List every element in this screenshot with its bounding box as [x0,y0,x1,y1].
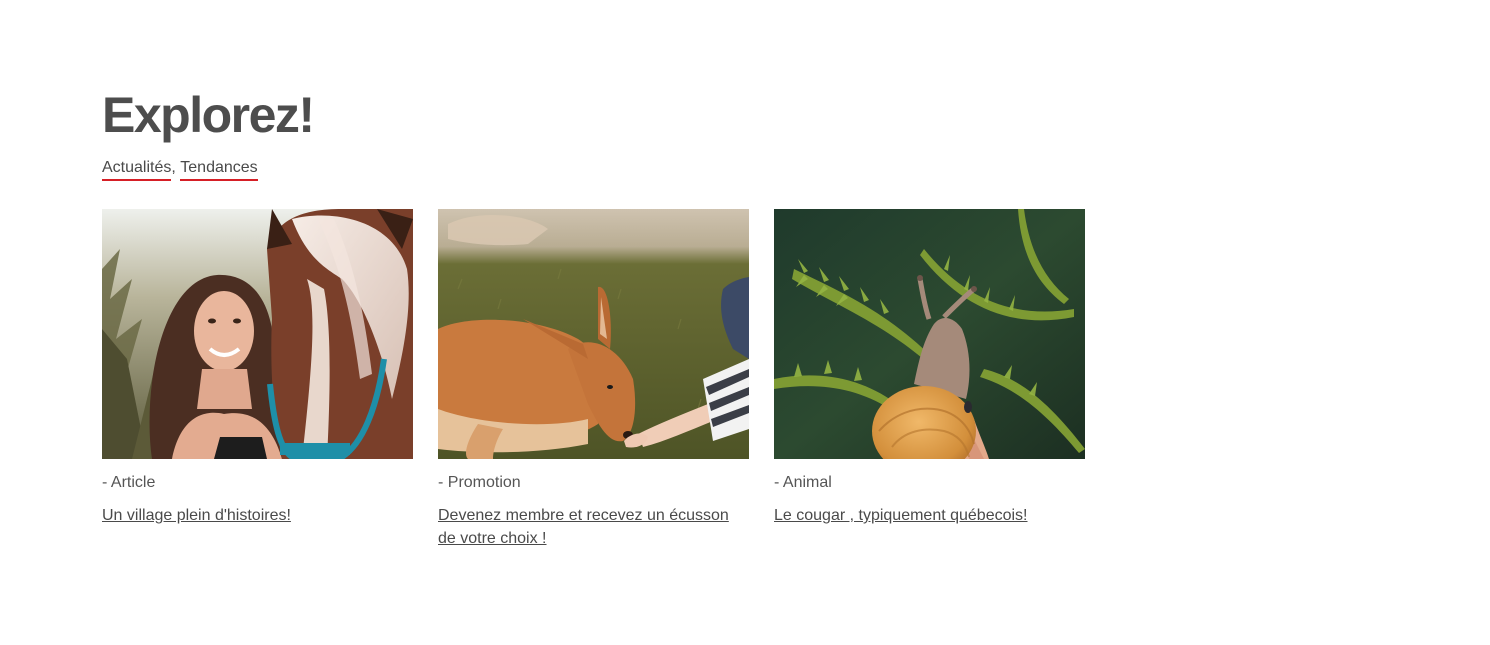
tag-link-tendances[interactable]: Tendances [180,158,258,181]
section-title: Explorez! [102,87,315,143]
tag-link-actualites[interactable]: Actualités [102,158,172,181]
explore-section: Explorez! Actualités, Tendances - Articl… [102,86,1092,547]
card-grid: - Article Un village plein d'histoires! [102,209,1085,550]
card-article: - Article Un village plein d'histoires! [102,209,413,550]
card-animal: - Animal Le cougar , typiquement québeco… [774,209,1085,550]
card-category: - Article [102,474,156,491]
tag-list: Actualités, Tendances [102,158,1092,184]
girl-with-horse-photo[interactable] [102,209,413,459]
card-category: - Animal [774,474,832,491]
card-title-link[interactable]: Un village plein d'histoires! [102,504,413,527]
card-promotion: - Promotion Devenez membre et recevez un… [438,209,749,550]
tag-separator: , [171,159,176,176]
card-category: - Promotion [438,474,521,491]
card-title-link[interactable]: Devenez membre et recevez un écusson de … [438,504,749,550]
kangaroo-eating-from-hand-photo[interactable] [438,209,749,459]
snail-on-hand-ferns-photo[interactable] [774,209,1085,459]
card-title-link[interactable]: Le cougar , typiquement québecois! [774,504,1085,527]
